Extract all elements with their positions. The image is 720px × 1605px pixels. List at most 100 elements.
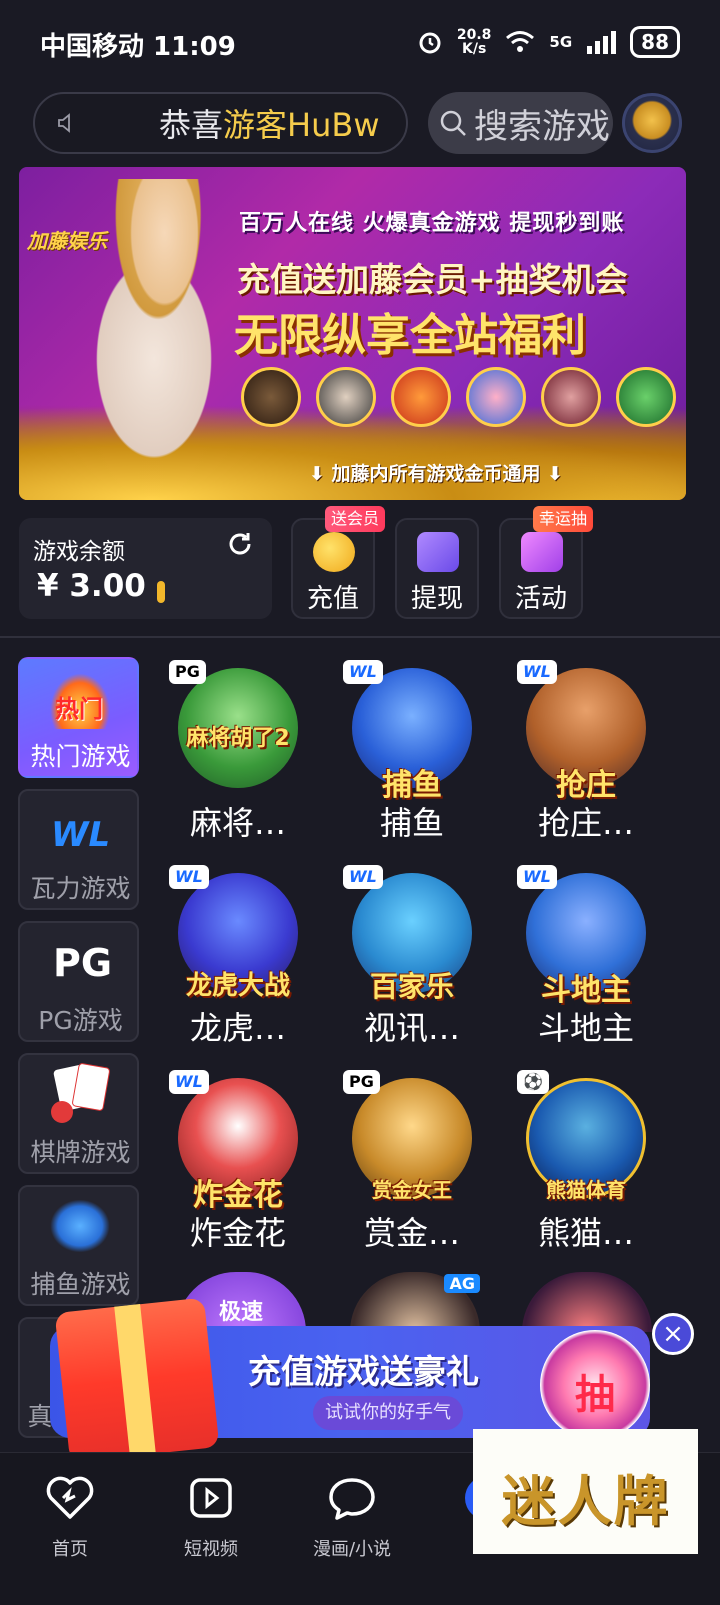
game-tile-doudizhu[interactable]: WL 斗地主 斗地主 bbox=[511, 865, 661, 1055]
game-name: 赏金… bbox=[363, 1214, 460, 1252]
battery-indicator: 88 bbox=[630, 26, 680, 58]
provider-badge: WL bbox=[517, 865, 557, 889]
sidebar-item-fishing[interactable]: 捕鱼游戏 bbox=[18, 1185, 139, 1306]
game-art-title: 百家乐 bbox=[369, 970, 454, 1003]
sidebar-item-pg[interactable]: PG PG游戏 bbox=[18, 921, 139, 1042]
sidebar-item-hot[interactable]: 热门 热门游戏 bbox=[18, 657, 139, 778]
game-tile-banker[interactable]: WL 抢庄 抢庄… bbox=[511, 660, 661, 850]
pg-logo-text: PG bbox=[53, 941, 113, 985]
withdraw-label: 提现 bbox=[410, 584, 463, 614]
search-placeholder: 搜索游戏 bbox=[474, 106, 610, 147]
nav-label: 漫画/小说 bbox=[312, 1539, 392, 1560]
wifi-icon bbox=[506, 31, 535, 52]
provider-badge: AG bbox=[444, 1274, 480, 1293]
nav-item-comics[interactable]: 漫画/小说 bbox=[297, 1471, 407, 1561]
banner-line-3: 无限纵享全站福利 bbox=[234, 310, 586, 361]
sidebar-item-label: 瓦力游戏 bbox=[30, 874, 131, 903]
recharge-button[interactable]: 充值 送会员 bbox=[291, 506, 385, 619]
provider-badge: PG bbox=[169, 660, 206, 684]
provider-badge: WL bbox=[169, 865, 209, 889]
net-speed-value: 20.8 bbox=[456, 27, 492, 43]
net-speed-unit: K/s bbox=[461, 41, 487, 57]
withdraw-button[interactable]: 提现 bbox=[395, 518, 479, 619]
provider-badge: ⚽ bbox=[517, 1070, 549, 1094]
activity-button[interactable]: 活动 幸运抽 bbox=[499, 506, 593, 619]
chat-bubble-icon bbox=[329, 1478, 375, 1520]
promo-banner[interactable]: 加藤娱乐 百万人在线 火爆真金游戏 提现秒到账 充值送加藤会员+抽奖机会 无限纵… bbox=[19, 167, 686, 500]
banner-game-icon bbox=[241, 367, 301, 427]
hot-flame-icon: 热门 bbox=[45, 667, 115, 729]
game-tile-zhajinhua[interactable]: WL 炸金花 炸金花 bbox=[163, 1070, 313, 1260]
sidebar-item-cards[interactable]: 棋牌游戏 bbox=[18, 1053, 139, 1174]
draw-label: 抽 bbox=[575, 1372, 615, 1418]
activity-label: 活动 bbox=[514, 584, 567, 614]
banner-footer-text: 加藤内所有游戏金币通用 bbox=[331, 463, 541, 485]
promo-title: 充值游戏送豪礼 bbox=[248, 1352, 479, 1391]
watermark: 迷人牌 bbox=[473, 1429, 698, 1554]
game-name: 龙虎… bbox=[189, 1009, 286, 1047]
banner-game-icon bbox=[466, 367, 526, 427]
pg-logo-icon: PG bbox=[45, 931, 115, 993]
game-tile-bounty[interactable]: PG 赏金女王 赏金… bbox=[337, 1070, 487, 1260]
video-play-icon bbox=[190, 1478, 232, 1518]
balance-label: 游戏余额 bbox=[33, 539, 125, 565]
sidebar-item-wali[interactable]: WL 瓦力游戏 bbox=[18, 789, 139, 910]
game-name: 麻将… bbox=[189, 804, 286, 842]
provider-badge: WL bbox=[169, 1070, 209, 1094]
game-art-title: 赏金女王 bbox=[372, 1178, 452, 1202]
gift-icon bbox=[521, 532, 563, 572]
game-tile-mahjong[interactable]: PG 麻将胡了2 麻将… bbox=[163, 660, 313, 850]
banner-game-icons bbox=[241, 367, 676, 427]
notice-prefix: 恭喜 bbox=[159, 106, 224, 144]
banner-footer: ⬇ 加藤内所有游戏金币通用 ⬇ bbox=[309, 463, 564, 485]
refresh-icon[interactable] bbox=[226, 530, 254, 558]
game-tile-dragon-tiger[interactable]: WL 龙虎大战 龙虎… bbox=[163, 865, 313, 1055]
fish-icon bbox=[45, 1195, 115, 1257]
coin-icon bbox=[157, 581, 165, 603]
game-name: 炸金花 bbox=[189, 1214, 286, 1252]
game-name: 熊猫… bbox=[537, 1214, 634, 1252]
game-art-title: 龙虎大战 bbox=[185, 971, 290, 1001]
withdraw-icon bbox=[417, 532, 459, 572]
nav-item-home[interactable]: 首页 bbox=[15, 1471, 125, 1561]
status-bar: 中国移动 11:09 20.8 K/s 5G 88 bbox=[0, 0, 720, 88]
promo-pill: 试试你的好手气 bbox=[313, 1396, 463, 1430]
recharge-badge: 送会员 bbox=[324, 506, 385, 532]
section-divider bbox=[0, 636, 720, 638]
home-heart-icon bbox=[46, 1476, 94, 1519]
customer-service-icon[interactable] bbox=[622, 93, 682, 153]
activity-badge: 幸运抽 bbox=[532, 506, 593, 532]
banner-game-icon bbox=[391, 367, 451, 427]
alarm-icon bbox=[419, 32, 441, 54]
game-name: 抢庄… bbox=[537, 804, 634, 842]
game-tile-baccarat[interactable]: WL 百家乐 视讯… bbox=[337, 865, 487, 1055]
banner-brand-logo: 加藤娱乐 bbox=[27, 229, 107, 253]
game-tile-live-partial[interactable]: AG bbox=[350, 1272, 480, 1332]
game-name: 斗地主 bbox=[537, 1009, 634, 1047]
nav-label: 首页 bbox=[52, 1539, 88, 1560]
game-name: 视讯… bbox=[363, 1009, 460, 1047]
carrier-time: 中国移动 11:09 bbox=[40, 32, 236, 62]
balance-card: 游戏余额 ¥ 3.00 bbox=[19, 518, 272, 619]
game-tile-fishing[interactable]: WL 捕鱼 捕鱼 bbox=[337, 660, 487, 850]
game-tile-cards-partial[interactable] bbox=[522, 1272, 652, 1332]
game-tile-panda-sports[interactable]: ⚽ 熊猫体育 熊猫… bbox=[511, 1070, 661, 1260]
banner-game-icon bbox=[541, 367, 601, 427]
banner-game-icon bbox=[616, 367, 676, 427]
status-icons: 20.8 K/s 5G 88 bbox=[417, 26, 680, 58]
wl-logo-icon: WL bbox=[45, 799, 115, 861]
cards-icon bbox=[45, 1062, 115, 1125]
nav-label: 短视频 bbox=[184, 1539, 238, 1560]
notice-marquee[interactable]: 恭喜游客HuBw bbox=[33, 92, 408, 154]
speaker-icon bbox=[58, 113, 70, 133]
close-icon[interactable]: × bbox=[652, 1313, 694, 1355]
network-type: 5G bbox=[549, 33, 573, 51]
notice-text: 恭喜游客HuBw bbox=[159, 100, 380, 146]
signal-icon bbox=[587, 31, 617, 54]
recharge-label: 充值 bbox=[306, 584, 359, 614]
search-input[interactable]: 搜索游戏 bbox=[428, 92, 613, 154]
provider-badge: WL bbox=[343, 865, 383, 889]
nav-item-short-video[interactable]: 短视频 bbox=[156, 1471, 266, 1561]
recharge-icon bbox=[313, 532, 355, 572]
hot-icon-text: 热门 bbox=[55, 695, 103, 723]
